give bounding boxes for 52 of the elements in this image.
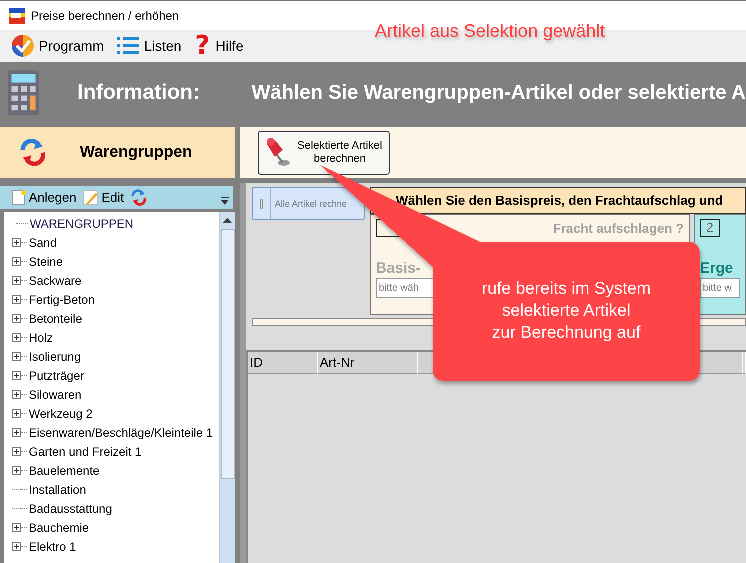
list-icon [116, 35, 140, 57]
menu-item[interactable]: ? Hilfe [192, 33, 246, 59]
new-document-icon [12, 190, 26, 206]
help-icon: ? [194, 33, 212, 59]
calculate-button[interactable]: Selektierte Artikel berechnen [258, 130, 390, 174]
field-label: Erge [700, 260, 734, 277]
tree-item[interactable]: Eisenwaren/Beschläge/Kleinteile 1 [29, 426, 214, 440]
number-box: 2 [700, 219, 720, 237]
window-title: Preise berechnen / erhöhen [31, 8, 180, 22]
tree-item[interactable]: Elektro 1 [29, 540, 76, 554]
tree-item[interactable]: WARENGRUPPEN [30, 216, 134, 230]
menu-item[interactable]: Programm [9, 34, 106, 58]
annotation-title: Artikel aus Selektion gewählt [375, 21, 606, 42]
app-icon [9, 8, 25, 24]
tree-item[interactable]: Isolierung [29, 350, 82, 364]
tree-item[interactable]: Betonteile [29, 312, 82, 326]
overflow-icon [221, 196, 229, 206]
tree-item[interactable]: Holz [29, 330, 54, 344]
question-label: Fracht aufschlagen ? [553, 220, 684, 236]
menu-item[interactable]: Listen [114, 35, 184, 57]
refresh-icon [130, 188, 148, 206]
panel-heading: Wählen Sie den Basispreis, den Frachtaufschlag und [370, 187, 746, 214]
tree-item[interactable]: Werkzeug 2 [29, 406, 93, 420]
sidebar-title: Warengruppen [80, 144, 192, 162]
up-arrow-icon [223, 218, 232, 223]
tree-item[interactable]: Bauchemie [29, 520, 90, 534]
toolstrip-label: Alle Artikel rechne [275, 198, 348, 208]
tree-item[interactable]: Fertig-Beton [29, 292, 96, 306]
tree-item[interactable]: Bauelemente [29, 464, 100, 478]
calculator-icon [8, 69, 40, 117]
input-field[interactable]: bitte wäh [376, 278, 436, 298]
column-header[interactable]: ID [248, 352, 318, 374]
check-circle-icon [11, 34, 35, 58]
tree-item[interactable]: Installation [29, 482, 86, 496]
field-label: Basis- [376, 260, 422, 277]
input-field[interactable]: bitte w [700, 278, 740, 298]
column-header[interactable]: Art-Nr [318, 352, 418, 374]
tree-item[interactable]: Garten und Freizeit 1 [29, 444, 142, 458]
pencil-icon [82, 190, 99, 206]
info-label: Information: [78, 81, 201, 105]
tree-item[interactable]: Sand [29, 236, 58, 250]
tree-item[interactable]: Sackware [29, 274, 82, 288]
callout-tooltip-text: rufe bereits im System selektierte Artikel zur Berechnung auf [480, 278, 652, 344]
tree-item[interactable]: Putzträger [29, 368, 84, 382]
tree-item[interactable]: Silowaren [29, 388, 82, 402]
tree-item[interactable]: Steine [29, 254, 64, 268]
toolbar-button[interactable]: Anlegen [12, 190, 81, 206]
tree-item[interactable]: Badausstattung [29, 502, 112, 516]
refresh-icon [18, 138, 48, 168]
info-message: Wählen Sie Warengruppen-Artikel oder selektierte A [252, 82, 746, 104]
toolbar-button[interactable]: Edit [82, 190, 128, 206]
scrollbar[interactable] [219, 212, 235, 563]
